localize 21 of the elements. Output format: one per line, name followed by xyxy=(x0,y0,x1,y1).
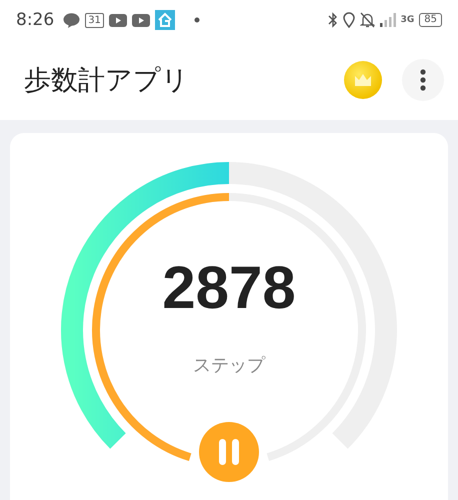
step-unit: ステップ xyxy=(193,354,265,377)
calendar-day: 31 xyxy=(85,12,104,28)
network-type: 3G xyxy=(400,16,414,24)
chat-bubble-icon xyxy=(63,12,80,28)
premium-button[interactable] xyxy=(344,61,382,99)
more-icon xyxy=(420,69,426,91)
bell-off-icon xyxy=(360,12,375,28)
battery-level: 85 xyxy=(419,13,442,27)
signal-icon xyxy=(380,13,396,27)
crown-icon xyxy=(354,73,372,87)
play-icon xyxy=(108,14,127,26)
bluetooth-icon xyxy=(328,12,338,28)
pause-button[interactable] xyxy=(199,422,259,482)
location-icon xyxy=(342,12,355,28)
play-icon xyxy=(132,14,150,26)
house-icon xyxy=(154,10,175,30)
step-count: 2878 xyxy=(162,253,296,323)
clock-time: 8:26 xyxy=(16,10,54,30)
more-button[interactable] xyxy=(402,59,444,101)
app-title: 歩数計アプリ xyxy=(24,64,190,98)
dot-icon xyxy=(194,17,200,23)
